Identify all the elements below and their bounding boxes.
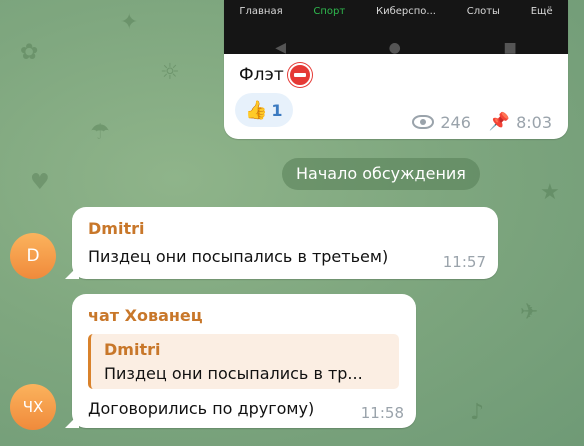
recents-icon: ■: [503, 40, 517, 54]
doodle-icon: ♥: [30, 170, 50, 195]
post-meta: 246 📌 8:03: [412, 112, 552, 132]
avatar[interactable]: ЧХ: [10, 384, 56, 430]
doodle-icon: ✈: [520, 300, 539, 325]
post-media-screenshot[interactable]: Главная Спорт Киберспо... Слоты Ещё ◀ ● …: [224, 0, 568, 54]
thumbs-up-icon: 👍: [245, 99, 268, 121]
message-text: Договорились по другому): [88, 399, 315, 418]
reaction-chip[interactable]: 👍 1: [235, 93, 293, 127]
discussion-start-label: Начало обсуждения: [282, 158, 480, 190]
nav-item: Киберспо...: [375, 6, 436, 17]
message-sender[interactable]: Dmitri: [88, 219, 144, 238]
pin-icon: 📌: [488, 112, 511, 132]
reaction-count: 1: [271, 100, 283, 120]
reply-quote-text: Пиздец они посыпались в тр...: [104, 364, 363, 383]
doodle-icon: ★: [540, 180, 560, 205]
message-text: Пиздец они посыпались в третьем): [88, 247, 389, 266]
nav-item: Ещё: [530, 6, 553, 17]
bubble-tail: [65, 414, 79, 428]
avatar[interactable]: D: [10, 233, 56, 279]
home-icon: ●: [388, 40, 401, 54]
avatar-initials: ЧХ: [22, 398, 44, 416]
message-bubble[interactable]: Dmitri Пиздец они посыпались в третьем) …: [65, 207, 498, 279]
reply-quote-author: Dmitri: [104, 340, 161, 359]
eye-icon: [412, 115, 435, 129]
message-sender[interactable]: чат Хованец: [88, 306, 203, 325]
system-nav-bar: ◀ ● ■: [224, 40, 568, 54]
doodle-icon: ♪: [470, 400, 485, 425]
forwarded-post[interactable]: Главная Спорт Киберспо... Слоты Ещё ◀ ● …: [224, 0, 568, 139]
message-time: 11:58: [360, 404, 404, 422]
nav-item: Слоты: [466, 6, 500, 17]
doodle-icon: ☂: [90, 120, 110, 145]
no-entry-icon: [287, 63, 312, 87]
message-time: 11:57: [442, 253, 486, 271]
doodle-icon: ☼: [160, 60, 180, 85]
nav-item: Главная: [239, 6, 283, 17]
avatar-initials: D: [26, 246, 40, 266]
post-caption: Флэт: [239, 63, 312, 87]
back-icon: ◀: [275, 40, 287, 54]
doodle-icon: ✦: [120, 10, 139, 35]
message-bubble[interactable]: чат Хованец Dmitri Пиздец они посыпались…: [65, 294, 416, 428]
reply-quote[interactable]: Dmitri Пиздец они посыпались в тр...: [88, 334, 399, 389]
view-count: 246: [440, 112, 471, 132]
nav-item-active: Спорт: [313, 6, 346, 17]
bubble-tail: [65, 265, 79, 279]
post-time: 8:03: [516, 112, 552, 132]
media-nav-row: Главная Спорт Киберспо... Слоты Ещё: [224, 6, 568, 17]
post-caption-text: Флэт: [239, 65, 284, 85]
doodle-icon: ✿: [20, 40, 39, 65]
